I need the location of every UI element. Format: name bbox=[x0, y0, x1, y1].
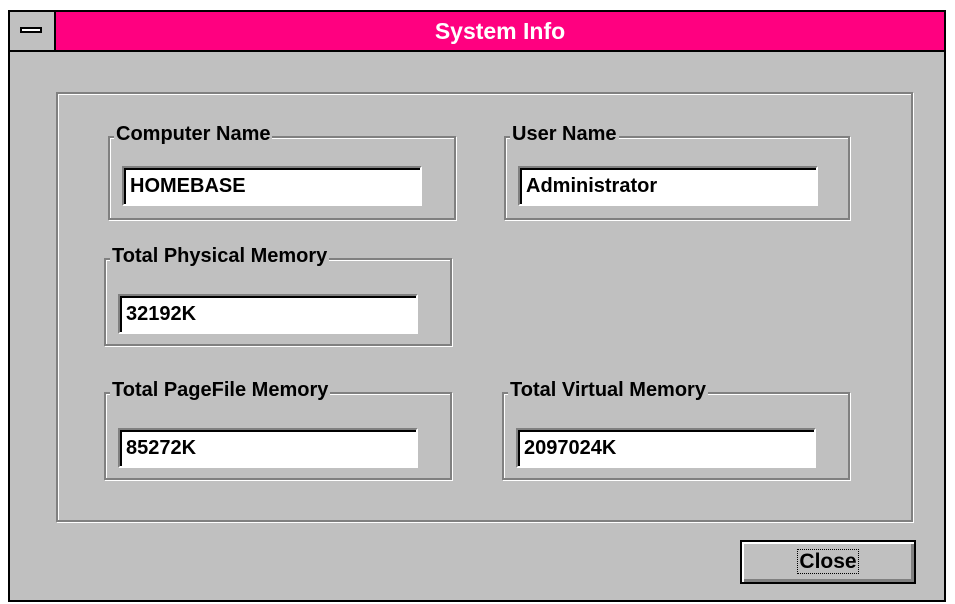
user-name-group: User Name Administrator bbox=[504, 123, 850, 220]
total-physical-memory-label: Total Physical Memory bbox=[110, 245, 330, 268]
user-name-field[interactable]: Administrator bbox=[518, 166, 818, 206]
close-button[interactable]: Close bbox=[740, 540, 916, 584]
system-info-dialog: System Info Computer Name HOMEBASE User … bbox=[8, 10, 946, 602]
window-title: System Info bbox=[434, 18, 566, 44]
total-physical-memory-field[interactable]: 32192K bbox=[118, 294, 418, 334]
total-virtual-memory-field[interactable]: 2097024K bbox=[516, 428, 816, 468]
computer-name-field[interactable]: HOMEBASE bbox=[122, 166, 422, 206]
close-button-label: Close bbox=[797, 549, 859, 574]
system-menu-bar-icon bbox=[20, 27, 42, 33]
total-pagefile-memory-group: Total PageFile Memory 85272K bbox=[104, 379, 452, 480]
total-pagefile-memory-field[interactable]: 85272K bbox=[118, 428, 418, 468]
total-pagefile-memory-label: Total PageFile Memory bbox=[110, 379, 331, 402]
user-name-label: User Name bbox=[510, 123, 619, 146]
cropped-background-text bbox=[0, 0, 955, 10]
title-bar: System Info bbox=[10, 12, 944, 52]
total-physical-memory-group: Total Physical Memory 32192K bbox=[104, 245, 452, 346]
computer-name-group: Computer Name HOMEBASE bbox=[108, 123, 456, 220]
total-virtual-memory-group: Total Virtual Memory 2097024K bbox=[502, 379, 850, 480]
system-menu-icon[interactable] bbox=[10, 12, 56, 50]
computer-name-label: Computer Name bbox=[114, 123, 273, 146]
total-virtual-memory-label: Total Virtual Memory bbox=[508, 379, 708, 402]
